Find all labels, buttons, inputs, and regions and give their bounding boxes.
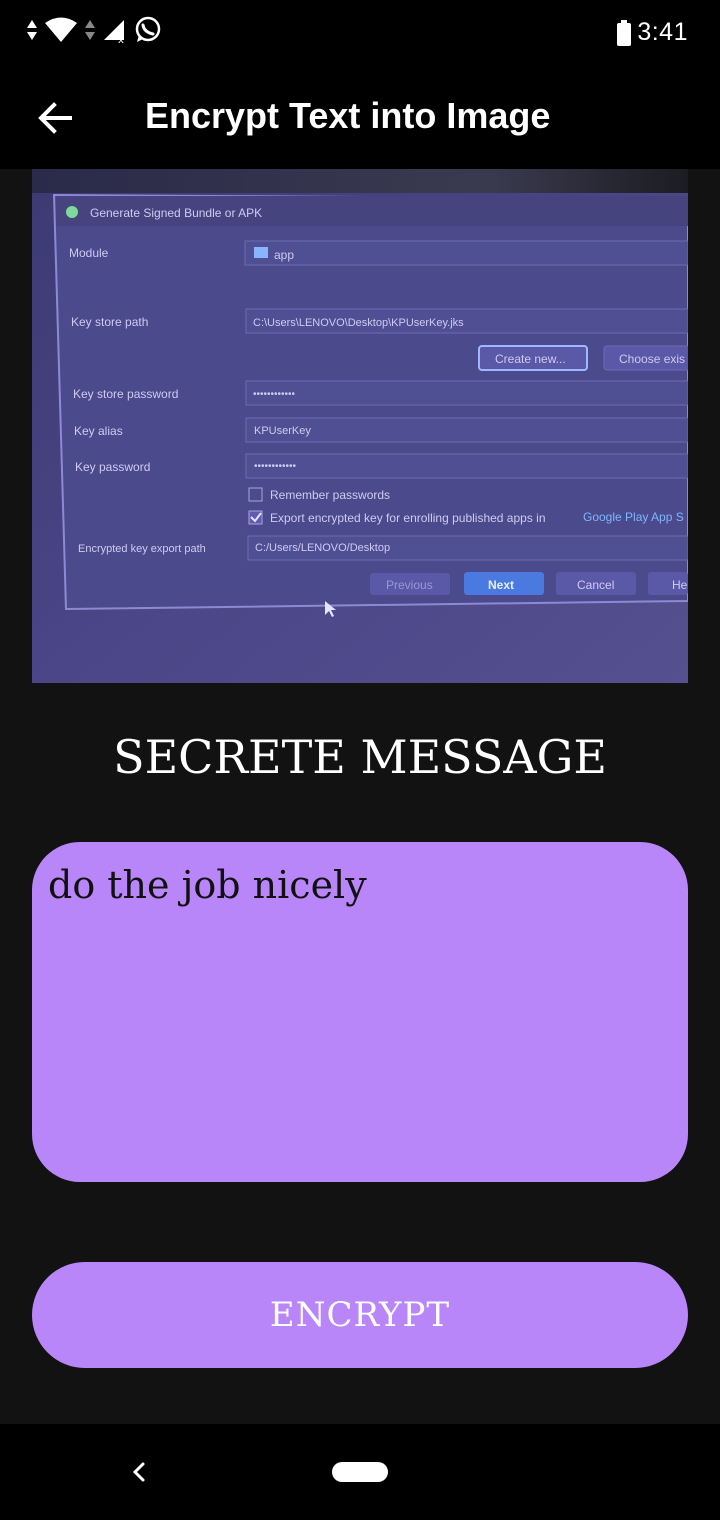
data-transfer-icon [27,20,37,40]
create-new-button: Create new... [495,352,566,366]
svg-text:x: x [118,35,124,44]
cancel-button-photo: Cancel [577,578,614,592]
data-transfer-icon [85,20,95,40]
whatsapp-icon [135,16,161,42]
page-title: Encrypt Text into Image [145,95,551,136]
previous-button: Previous [386,578,433,592]
key-store-password-label: Key store password [73,387,178,401]
chevron-left-icon [132,1462,145,1482]
remember-passwords-label: Remember passwords [270,488,390,502]
home-pill-icon[interactable] [332,1462,388,1482]
status-icons-left: x [26,14,162,46]
key-store-path-value: C:\Users\LENOVO\Desktop\KPUserKey.jks [253,317,464,329]
dialog-title: Generate Signed Bundle or APK [90,206,262,220]
status-time: 3:41 [637,18,688,46]
back-button[interactable] [34,96,78,140]
battery-icon [617,19,632,46]
module-value: app [274,248,294,262]
navigation-bar [0,1424,720,1520]
selected-image[interactable]: Generate Signed Bundle or APK Module app… [32,169,688,683]
app-bar: Encrypt Text into Image [0,68,720,169]
choose-existing-button: Choose exis [619,352,685,366]
key-alias-label: Key alias [74,424,123,438]
export-encrypted-label: Export encrypted key for enrolling publi… [270,511,546,525]
arrow-left-icon [38,102,72,134]
signal-icon: x [104,20,124,44]
key-password-label: Key password [75,460,150,474]
google-play-link: Google Play App S [583,510,684,524]
module-label: Module [69,246,109,260]
export-path-value: C:/Users/LENOVO/Desktop [255,542,390,554]
nav-back-button[interactable] [124,1456,156,1488]
help-button-photo: He [672,578,688,592]
encrypt-button[interactable]: ENCRYPT [32,1262,688,1368]
wifi-icon [45,17,77,42]
section-heading: SECRETE MESSAGE [113,730,607,784]
status-bar: x 3:41 [0,0,720,68]
key-store-password-value: •••••••••••• [253,389,296,400]
key-password-value: •••••••••••• [254,461,297,472]
key-store-path-label: Key store path [71,315,148,329]
next-button: Next [488,578,514,592]
selected-image-photo: Generate Signed Bundle or APK Module app… [32,169,688,683]
status-icons-right: 3:41 [617,18,688,47]
key-alias-value: KPUserKey [254,425,311,437]
export-path-label: Encrypted key export path [78,543,206,555]
secret-message-input[interactable]: do the job nicely [32,842,688,1182]
